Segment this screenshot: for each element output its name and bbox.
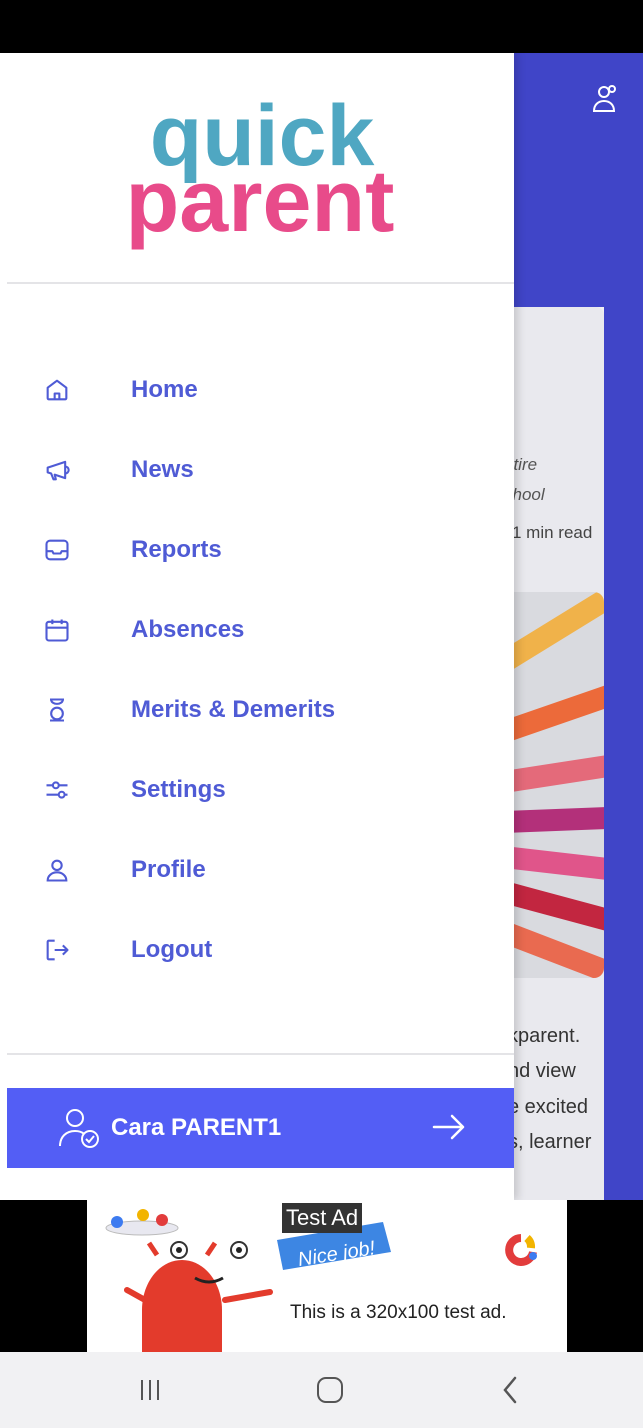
logo-word-parent: parent <box>126 151 395 250</box>
current-user-button[interactable]: Cara PARENT1 <box>7 1088 514 1168</box>
article-body-line: e excited <box>514 1096 589 1118</box>
nav-label-logout: Logout <box>131 936 213 963</box>
inbox-icon <box>42 535 72 565</box>
megaphone-icon <box>42 455 72 485</box>
nav-item-merits[interactable]: Merits & Demerits <box>0 680 514 740</box>
nav-item-reports[interactable]: Reports <box>0 520 514 580</box>
quick-parent-logo: quick parent <box>126 88 395 250</box>
read-time: 1 min read <box>514 523 593 542</box>
article-body-line: kparent. <box>514 1025 581 1047</box>
nav-item-news[interactable]: News <box>0 440 514 500</box>
logout-icon <box>42 935 72 965</box>
hourglass-icon <box>42 695 72 725</box>
app-logo: quick parent <box>0 53 514 283</box>
nav-label-home: Home <box>131 376 198 403</box>
recent-apps-button[interactable] <box>130 1372 170 1408</box>
user-icon <box>42 855 72 885</box>
verified-user-icon <box>57 1106 103 1155</box>
article-body-line: nd view <box>514 1060 576 1082</box>
content-area: ntire chool 1 min read kparent. nd view … <box>514 307 643 1200</box>
back-button[interactable] <box>490 1372 530 1408</box>
sliders-icon <box>42 775 72 805</box>
article-card[interactable]: ntire chool 1 min read kparent. nd view … <box>514 307 604 1200</box>
nav-item-logout[interactable]: Logout <box>0 920 514 980</box>
nav-item-profile[interactable]: Profile <box>0 840 514 900</box>
test-ad-label: Test Ad <box>282 1203 363 1233</box>
home-button[interactable] <box>310 1372 350 1408</box>
nav-item-settings[interactable]: Settings <box>0 760 514 820</box>
article-meta-line2: chool <box>514 485 545 504</box>
system-navigation-bar <box>0 1352 643 1428</box>
nav-label-news: News <box>131 456 194 483</box>
drawer-divider <box>7 1053 514 1055</box>
user-name: Cara PARENT1 <box>111 1114 282 1141</box>
nav-label-merits: Merits & Demerits <box>131 696 336 723</box>
article-meta-line1: ntire <box>514 455 538 474</box>
app-header <box>514 53 643 307</box>
side-strip <box>604 307 643 1200</box>
nav-item-home[interactable]: Home <box>0 360 514 420</box>
calendar-icon <box>42 615 72 645</box>
people-icon[interactable] <box>590 83 618 120</box>
nav-label-settings: Settings <box>131 776 226 803</box>
navigation-drawer: quick parent Home News Reports Absences … <box>0 53 514 1200</box>
article-image <box>514 592 604 978</box>
nav-item-absences[interactable]: Absences <box>0 600 514 660</box>
drawer-divider <box>7 282 514 284</box>
nav-label-absences: Absences <box>131 616 245 643</box>
article-body-line: s, learner <box>514 1131 592 1153</box>
status-bar <box>0 0 643 53</box>
nav-label-reports: Reports <box>131 536 222 563</box>
nav-label-profile: Profile <box>131 856 206 883</box>
home-icon <box>42 375 72 405</box>
ad-text: This is a 320x100 test ad. <box>290 1302 507 1323</box>
arrow-right-icon <box>431 1112 467 1147</box>
